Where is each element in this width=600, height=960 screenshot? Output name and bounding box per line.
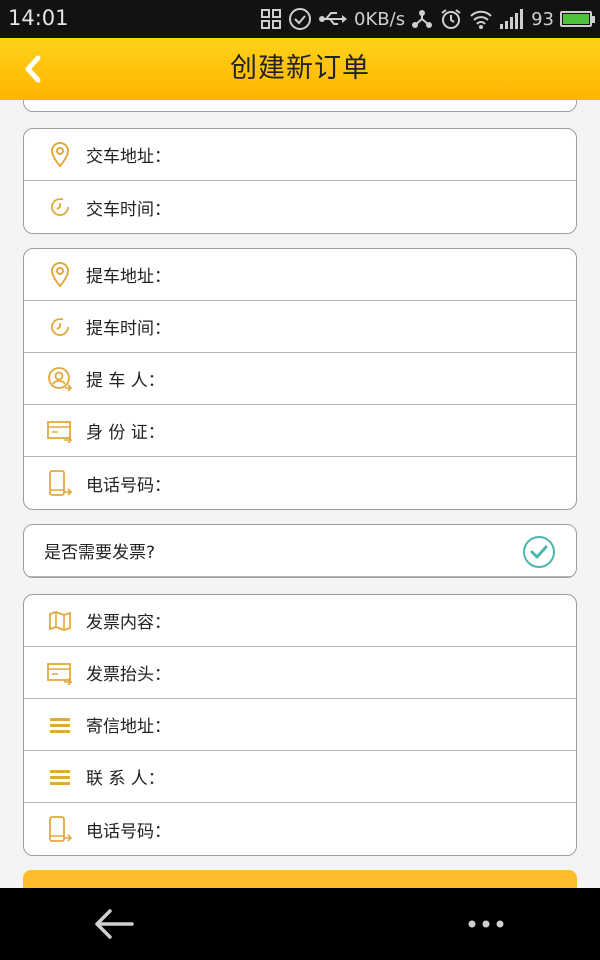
check-circle-icon [288, 7, 312, 31]
invoice-toggle-card[interactable]: 是否需要发票? [23, 524, 577, 578]
id-card-label: 身 份 证： [86, 423, 165, 443]
pickup-phone-label: 电话号码： [86, 475, 171, 496]
delivery-address-label: 交车地址： [86, 147, 171, 167]
signal-icon [499, 9, 525, 29]
invoice-phone-field[interactable]: 电话号码： [24, 803, 576, 855]
pickup-person-field[interactable]: 提 车 人： [24, 353, 576, 405]
clock-icon [38, 181, 82, 233]
id-card-field[interactable]: 身 份 证： [24, 405, 576, 457]
status-bar: 14:01 0KB/s 93 [0, 0, 600, 38]
mail-address-field[interactable]: 寄信地址： [24, 699, 576, 751]
delivery-address-field[interactable]: 交车地址： [24, 129, 576, 181]
invoice-content-label: 发票内容： [86, 613, 171, 633]
contact-person-field[interactable]: 联 系 人： [24, 751, 576, 803]
qr-icon [260, 8, 282, 30]
map-icon [38, 595, 82, 647]
invoice-toggle-row[interactable]: 是否需要发票? [24, 525, 576, 577]
check-circle-icon[interactable] [522, 535, 556, 569]
pickup-phone-field[interactable]: 电话号码： [24, 457, 576, 509]
delivery-card: 交车地址： 交车时间： [23, 128, 577, 234]
pickup-address-field[interactable]: 提车地址： [24, 249, 576, 301]
order-form[interactable]: 交车地址： 交车时间： 提车地址： 提车时间： 提 车 人： 身 份 证： 电话… [0, 100, 600, 888]
more-dots-icon[interactable] [464, 910, 508, 938]
id-card-icon [38, 647, 82, 699]
delivery-time-label: 交车时间： [86, 199, 171, 220]
net-speed: 0KB/s [354, 8, 406, 30]
invoice-content-field[interactable]: 发票内容： [24, 595, 576, 647]
navigation-bar [0, 888, 600, 960]
id-card-icon [38, 405, 82, 457]
mail-address-label: 寄信地址： [86, 717, 171, 737]
usb-icon [318, 9, 348, 29]
invoice-toggle-label: 是否需要发票? [44, 543, 156, 563]
status-time: 14:01 [8, 6, 69, 30]
page-title: 创建新订单 [230, 53, 370, 84]
contact-person-label: 联 系 人： [86, 769, 165, 789]
person-icon [38, 353, 82, 405]
lines-icon [38, 751, 82, 803]
wifi-icon [469, 8, 493, 30]
submit-button[interactable] [23, 870, 577, 888]
pickup-card: 提车地址： 提车时间： 提 车 人： 身 份 证： 电话号码： [23, 248, 577, 510]
alarm-icon [439, 7, 463, 31]
location-pin-icon [38, 129, 82, 181]
pickup-person-label: 提 车 人： [86, 371, 165, 391]
battery-icon [560, 11, 595, 27]
pickup-time-field[interactable]: 提车时间： [24, 301, 576, 353]
title-bar: 创建新订单 [0, 38, 600, 100]
location-pin-icon [38, 249, 82, 301]
network-icon [411, 8, 433, 30]
pickup-time-label: 提车时间： [86, 319, 171, 339]
invoice-phone-label: 电话号码： [86, 821, 171, 842]
lines-icon [38, 699, 82, 751]
status-icons: 0KB/s 93 [260, 6, 595, 32]
invoice-card: 发票内容： 发票抬头： 寄信地址： 联 系 人： 电话号码： [23, 594, 577, 856]
previous-card [23, 100, 577, 112]
phone-icon [38, 803, 82, 855]
invoice-title-label: 发票抬头： [86, 665, 171, 685]
pickup-address-label: 提车地址： [86, 267, 171, 287]
battery-level: 93 [531, 8, 554, 30]
clock-icon [38, 301, 82, 353]
invoice-title-field[interactable]: 发票抬头： [24, 647, 576, 699]
phone-icon [38, 457, 82, 509]
delivery-time-field[interactable]: 交车时间： [24, 181, 576, 233]
back-arrow-icon[interactable] [92, 906, 136, 942]
